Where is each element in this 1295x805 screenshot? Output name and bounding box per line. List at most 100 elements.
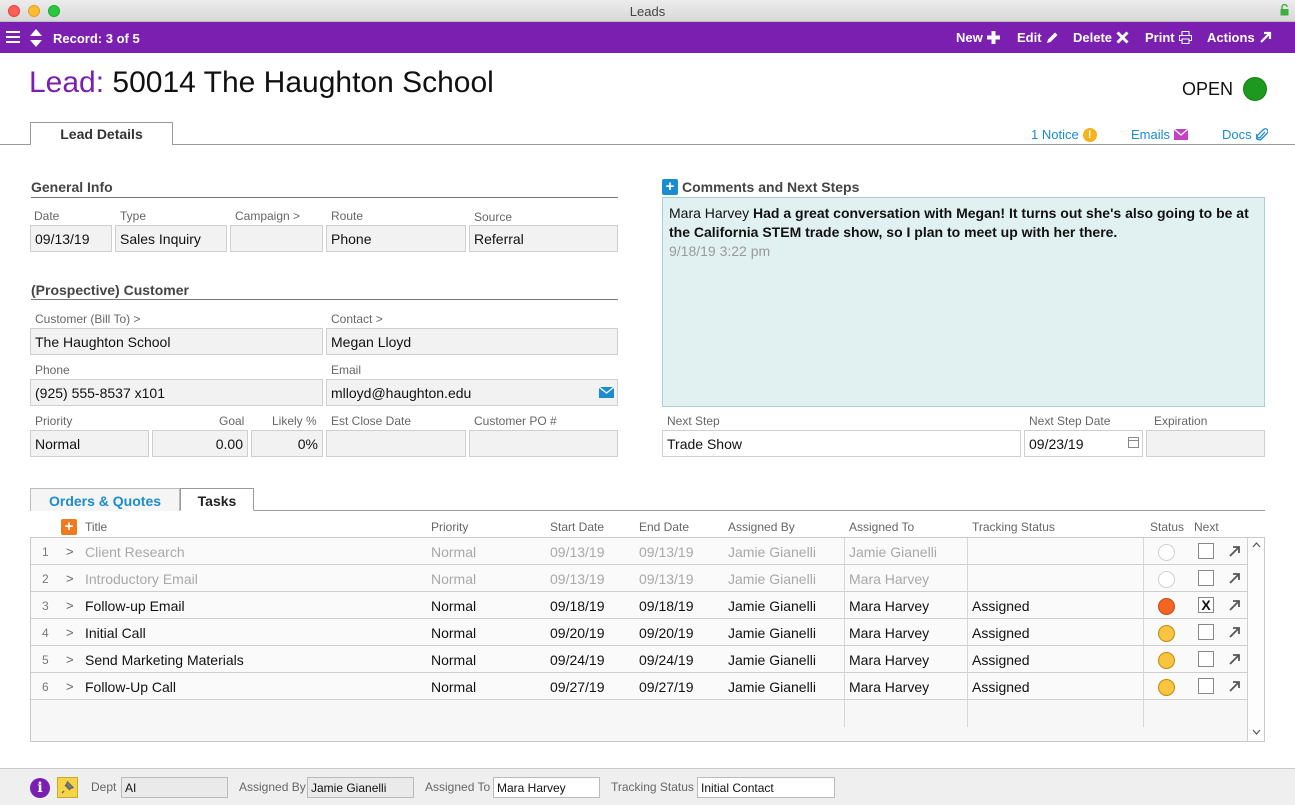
new-button[interactable]: New [956, 30, 1000, 45]
edit-button[interactable]: Edit [1017, 30, 1059, 45]
campaign-field[interactable] [230, 225, 323, 252]
expand-row-icon[interactable]: > [66, 598, 74, 613]
cell-start: 09/13/19 [550, 544, 605, 560]
status-dot-icon[interactable] [1158, 652, 1175, 669]
footer-dept-field[interactable]: AI [121, 777, 228, 798]
info-icon[interactable]: i [30, 778, 50, 798]
lock-icon[interactable] [1280, 4, 1289, 16]
email-field[interactable]: mlloyd@haughton.edu [326, 379, 618, 406]
tasks-scrollbar[interactable] [1247, 538, 1264, 741]
table-row[interactable]: 3 > Follow-up Email Normal 09/18/19 09/18/19 J… [31, 592, 1248, 619]
open-task-icon[interactable] [1228, 599, 1241, 612]
po-field[interactable] [469, 430, 618, 457]
expand-row-icon[interactable]: > [66, 652, 74, 667]
status-dot-icon[interactable] [1158, 544, 1175, 561]
next-step-field[interactable]: Trade Show [662, 430, 1021, 457]
add-task-icon[interactable]: + [61, 519, 77, 535]
open-task-icon[interactable] [1228, 545, 1241, 558]
date-field[interactable]: 09/13/19 [30, 225, 112, 252]
footer-tracking-field[interactable]: Initial Contact [697, 777, 835, 798]
expiration-label: Expiration [1154, 414, 1208, 428]
docs-link[interactable]: Docs [1222, 127, 1268, 142]
emails-link[interactable]: Emails [1131, 127, 1189, 142]
pin-icon[interactable] [57, 777, 78, 798]
table-row[interactable]: 2 > Introductory Email Normal 09/13/19 09/13/… [31, 565, 1248, 592]
customer-field[interactable]: The Haughton School [30, 328, 323, 355]
likely-field[interactable]: 0% [251, 430, 323, 457]
chevron-up-icon[interactable] [1252, 542, 1261, 548]
priority-label: Priority [35, 414, 73, 428]
footer-assigned-by-field[interactable]: Jamie Gianelli [307, 777, 414, 798]
open-task-icon[interactable] [1228, 572, 1241, 585]
cell-to: Mara Harvey [849, 679, 930, 695]
next-checkbox[interactable]: X [1198, 597, 1214, 613]
send-email-icon[interactable] [599, 387, 614, 398]
calendar-icon[interactable] [1128, 437, 1139, 448]
col-priority[interactable]: Priority [431, 520, 468, 534]
col-tracking-status[interactable]: Tracking Status [972, 520, 1055, 534]
expand-row-icon[interactable]: > [66, 625, 74, 640]
source-field[interactable]: Referral [469, 225, 618, 252]
col-status[interactable]: Status [1150, 520, 1184, 534]
goal-field[interactable]: 0.00 [152, 430, 248, 457]
row-number: 5 [42, 653, 49, 667]
expiration-field[interactable] [1146, 430, 1265, 457]
window-titlebar: Leads [0, 0, 1295, 22]
next-checkbox[interactable] [1198, 624, 1214, 640]
delete-button[interactable]: Delete [1073, 30, 1129, 45]
col-next[interactable]: Next [1194, 520, 1219, 534]
est-close-field[interactable] [326, 430, 466, 457]
print-button[interactable]: Print [1145, 30, 1192, 45]
footer-assigned-to-field[interactable]: Mara Harvey [493, 777, 600, 798]
expand-row-icon[interactable]: > [66, 571, 74, 586]
open-task-icon[interactable] [1228, 680, 1241, 693]
status-dot-icon[interactable] [1158, 679, 1175, 696]
contact-field[interactable]: Megan Lloyd [326, 328, 618, 355]
next-checkbox[interactable] [1198, 543, 1214, 559]
table-row[interactable]: 1 > Client Research Normal 09/13/19 09/13/19 J… [31, 538, 1248, 565]
table-row[interactable]: 5 > Send Marketing Materials Normal 09/24/19… [31, 646, 1248, 673]
contact-label[interactable]: Contact > [331, 312, 383, 326]
priority-field[interactable]: Normal [30, 430, 149, 457]
type-label: Type [120, 209, 147, 223]
tab-tasks[interactable]: Tasks [180, 488, 254, 511]
table-row[interactable]: 4 > Initial Call Normal 09/20/19 09/20/19 Jami… [31, 619, 1248, 646]
actions-button[interactable]: Actions [1207, 30, 1272, 45]
cell-start: 09/20/19 [550, 625, 605, 641]
cell-title: Follow-up Email [85, 598, 185, 614]
notice-link[interactable]: 1 Notice ! [1031, 127, 1097, 142]
col-assigned-by[interactable]: Assigned By [728, 520, 795, 534]
col-title[interactable]: Title [85, 520, 107, 534]
table-row[interactable]: 6 > Follow-Up Call Normal 09/27/19 09/27/19 Ja… [31, 673, 1248, 700]
next-step-date-field[interactable]: 09/23/19 [1024, 430, 1143, 457]
next-checkbox[interactable] [1198, 651, 1214, 667]
expand-row-icon[interactable]: > [66, 544, 74, 559]
status-dot-icon[interactable] [1158, 571, 1175, 588]
campaign-label[interactable]: Campaign > [235, 209, 300, 223]
next-checkbox[interactable] [1198, 570, 1214, 586]
new-button-label: New [956, 30, 983, 45]
status-dot-icon[interactable] [1158, 598, 1175, 615]
expand-row-icon[interactable]: > [66, 679, 74, 694]
add-comment-icon[interactable]: + [662, 179, 678, 195]
open-task-icon[interactable] [1228, 626, 1241, 639]
comments-panel[interactable]: Mara Harvey Had a great conversation wit… [662, 197, 1265, 407]
record-navigator-icon[interactable] [29, 28, 43, 48]
route-field[interactable]: Phone [326, 225, 466, 252]
next-checkbox[interactable] [1198, 678, 1214, 694]
type-field[interactable]: Sales Inquiry [115, 225, 227, 252]
customer-label[interactable]: Customer (Bill To) > [35, 312, 140, 326]
cell-to: Mara Harvey [849, 571, 930, 587]
tab-lead-details[interactable]: Lead Details [30, 122, 173, 145]
menu-icon[interactable] [6, 31, 20, 43]
col-assigned-to[interactable]: Assigned To [849, 520, 914, 534]
phone-field[interactable]: (925) 555-8537 x101 [30, 379, 323, 406]
cell-end: 09/24/19 [639, 652, 694, 668]
open-task-icon[interactable] [1228, 653, 1241, 666]
chevron-down-icon[interactable] [1252, 729, 1261, 735]
status-dot-icon[interactable] [1158, 625, 1175, 642]
record-toolbar: Record: 3 of 5 New Edit Delete Print Act… [0, 22, 1295, 53]
col-start-date[interactable]: Start Date [550, 520, 604, 534]
col-end-date[interactable]: End Date [639, 520, 689, 534]
tab-orders-quotes[interactable]: Orders & Quotes [30, 488, 180, 511]
